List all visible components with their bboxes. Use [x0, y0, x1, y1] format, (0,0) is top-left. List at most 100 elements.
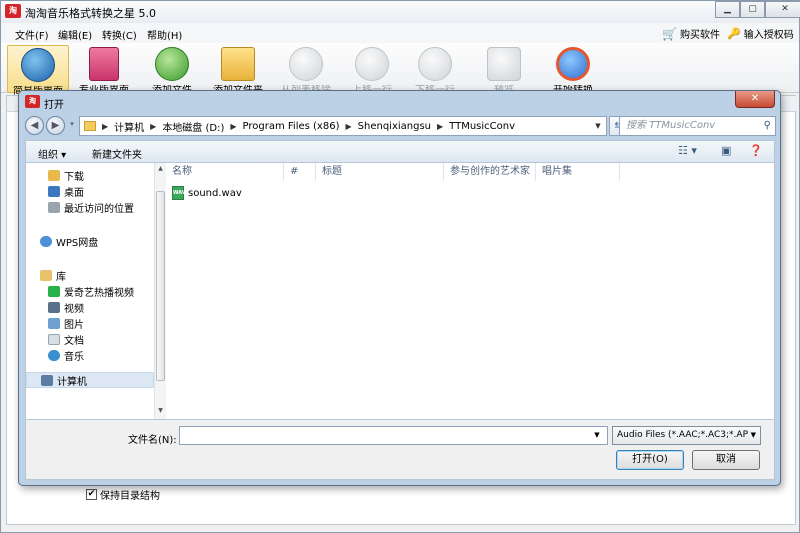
organize-button[interactable]: 组织 ▾	[38, 146, 66, 161]
play-icon	[556, 47, 590, 81]
keep-structure-checkbox[interactable]: ✔	[86, 489, 97, 500]
scroll-down-arrow[interactable]: ▼	[155, 407, 166, 417]
search-input[interactable]: 搜索 TTMusicConv ⚲	[619, 116, 776, 136]
breadcrumb-separator: ▶	[102, 121, 109, 131]
document-icon	[48, 333, 60, 345]
column-artists[interactable]: 参与创作的艺术家	[444, 163, 536, 181]
breadcrumb-computer[interactable]: 计算机	[114, 119, 144, 134]
breadcrumb-drive-d[interactable]: 本地磁盘 (D:)	[162, 119, 224, 134]
library-icon	[40, 269, 52, 281]
preview-button[interactable]: 预览	[473, 45, 535, 94]
cancel-button[interactable]: 取消	[692, 450, 760, 470]
file-type-value: Audio Files (*.AAC;*.AC3;*.AP	[617, 430, 748, 440]
menu-help[interactable]: 帮助(H)	[147, 27, 182, 42]
picture-icon	[48, 317, 60, 329]
new-folder-button[interactable]: 新建文件夹	[92, 146, 142, 161]
menu-edit[interactable]: 编辑(E)	[58, 27, 92, 42]
preview-pane-icon[interactable]: ▣	[721, 144, 731, 157]
breadcrumb-ttmusicconv[interactable]: TTMusicConv	[449, 121, 515, 132]
minimize-button[interactable]: ▁	[715, 1, 740, 18]
file-name: sound.wav	[188, 187, 242, 199]
dialog-titlebar: 淘 打开 ✕	[19, 91, 780, 113]
open-dialog: 淘 打开 ✕ ◀ ▶ ▾ ▶ 计算机 ▶ 本地磁盘 (D:) ▶ Program…	[18, 90, 781, 486]
close-button[interactable]: ✕	[765, 1, 800, 18]
nav-desktop[interactable]: 桌面	[26, 183, 154, 199]
chevron-down-icon: ▼	[750, 431, 756, 439]
nav-wps-cloud[interactable]: WPS网盘	[26, 233, 154, 249]
arrow-up-icon	[355, 47, 389, 81]
view-options-icon[interactable]: ☷ ▾	[678, 144, 697, 157]
globe-icon	[21, 48, 55, 82]
buy-software-link[interactable]: 🛒 购买软件	[662, 26, 720, 42]
nav-scrollbar[interactable]: ▲ ▼	[154, 163, 166, 419]
back-button[interactable]: ◀	[25, 116, 44, 135]
nav-iqiyi-videos[interactable]: 爱奇艺热播视频	[26, 283, 154, 299]
app-logo-icon: 淘	[5, 4, 21, 18]
address-dropdown-icon[interactable]: ▼	[590, 117, 606, 135]
nav-computer[interactable]: 计算机	[26, 372, 154, 388]
nav-music[interactable]: 音乐	[26, 347, 154, 363]
toolbar: 简易版界面 专业版界面 添加文件 添加文件夹 从列表移除 上移一行 下移一行	[1, 43, 799, 95]
add-folder-button[interactable]: 添加文件夹	[207, 45, 269, 94]
nav-videos[interactable]: 视频	[26, 299, 154, 315]
folder-icon	[84, 121, 96, 131]
open-button[interactable]: 打开(O)	[616, 450, 684, 470]
search-icon: ⚲	[763, 120, 771, 131]
maximize-button[interactable]: ▢	[740, 1, 765, 18]
window-controls: ▁ ▢ ✕	[715, 1, 800, 18]
key-icon: 🔑	[727, 27, 741, 40]
nav-pictures[interactable]: 图片	[26, 315, 154, 331]
help-icon[interactable]: ❓	[749, 144, 763, 157]
start-convert-button[interactable]: 开始转换	[542, 45, 604, 94]
nav-documents[interactable]: 文档	[26, 331, 154, 347]
breadcrumb-program-files[interactable]: Program Files (x86)	[243, 121, 340, 132]
buy-software-label: 购买软件	[679, 30, 720, 41]
address-row: ◀ ▶ ▾ ▶ 计算机 ▶ 本地磁盘 (D:) ▶ Program Files …	[25, 115, 776, 137]
keep-structure-option[interactable]: ✔ 保持目录结构	[86, 487, 160, 502]
column-name[interactable]: 名称	[166, 163, 284, 181]
move-down-button[interactable]: 下移一行	[404, 45, 466, 94]
nav-downloads[interactable]: 下载	[26, 167, 154, 183]
column-album[interactable]: 唱片集	[536, 163, 620, 181]
browser-panes: 下载 桌面 最近访问的位置 WPS网盘 库 爱奇艺热播视频 视频 图片 文档 音…	[25, 162, 775, 420]
scroll-up-arrow[interactable]: ▲	[155, 165, 166, 175]
history-dropdown[interactable]: ▾	[67, 116, 77, 135]
dialog-close-button[interactable]: ✕	[735, 91, 775, 108]
menu-convert[interactable]: 转换(C)	[102, 27, 137, 42]
enter-license-link[interactable]: 🔑 输入授权码	[727, 26, 794, 41]
arrow-down-icon	[418, 47, 452, 81]
cart-icon: 🛒	[662, 26, 677, 41]
enter-license-label: 输入授权码	[743, 30, 794, 41]
cloud-icon	[40, 235, 52, 247]
filename-label: 文件名(N):	[128, 435, 177, 446]
dialog-bottom: 文件名(N): ▼ Audio Files (*.AAC;*.AC3;*.AP …	[25, 420, 775, 480]
nav-recent[interactable]: 最近访问的位置	[26, 199, 154, 215]
file-type-select[interactable]: Audio Files (*.AAC;*.AC3;*.AP ▼	[612, 426, 761, 445]
breadcrumb-shenqixiangsu[interactable]: Shenqixiangsu	[358, 121, 431, 132]
menubar: 文件(F) 编辑(E) 转换(C) 帮助(H) 🛒 购买软件 🔑 输入授权码	[1, 23, 799, 43]
filename-dropdown-icon[interactable]: ▼	[588, 427, 606, 444]
nav-scroll-thumb[interactable]	[156, 191, 165, 381]
remove-icon	[289, 47, 323, 81]
file-row[interactable]: WAV sound.wav	[172, 185, 242, 201]
column-title[interactable]: 标题	[316, 163, 444, 181]
keep-structure-label: 保持目录结构	[100, 491, 160, 502]
nav-library[interactable]: 库	[26, 267, 154, 283]
file-pane[interactable]: 名称 # 标题 参与创作的艺术家 唱片集 WAV sound.wav	[166, 163, 774, 419]
wav-file-icon: WAV	[172, 186, 186, 200]
move-up-button[interactable]: 上移一行	[341, 45, 403, 94]
menu-file[interactable]: 文件(F)	[15, 27, 49, 42]
remove-from-list-button[interactable]: 从列表移除	[275, 45, 337, 94]
add-folder-icon	[221, 47, 255, 81]
filename-input[interactable]	[179, 426, 608, 445]
forward-button[interactable]: ▶	[46, 116, 65, 135]
search-placeholder: 搜索 TTMusicConv	[626, 120, 716, 131]
recent-places-icon	[48, 201, 60, 213]
desktop-icon	[48, 185, 60, 197]
pro-mode-button[interactable]: 专业版界面	[73, 45, 135, 94]
simple-mode-button[interactable]: 简易版界面	[7, 45, 69, 95]
column-number[interactable]: #	[284, 163, 316, 181]
add-file-button[interactable]: 添加文件	[141, 45, 203, 94]
address-bar[interactable]: ▶ 计算机 ▶ 本地磁盘 (D:) ▶ Program Files (x86) …	[79, 116, 607, 136]
computer-icon	[41, 374, 53, 386]
